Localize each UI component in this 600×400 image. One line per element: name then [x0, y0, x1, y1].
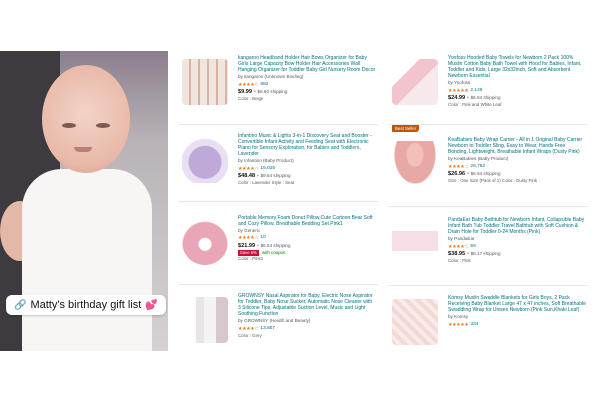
product-image[interactable] — [392, 141, 438, 187]
photo-mouth — [74, 147, 92, 152]
price-value: $26.96 — [448, 170, 466, 177]
divider — [178, 284, 378, 285]
product-grid: kangaroo Headband Holder Hair Bows Organ… — [178, 51, 600, 351]
product-title[interactable]: Komsy Muslin Swaddle Blankets for Girls … — [448, 295, 586, 313]
shipping-cost: + $9.17 shipping — [466, 250, 501, 256]
shipping-cost: + $6.60 shipping — [253, 88, 288, 94]
price-value: $9.99 — [238, 88, 252, 95]
product-title[interactable]: Infantino Music & Lights 3-in-1 Discover… — [238, 133, 376, 157]
product-brand: by Generic — [238, 228, 261, 234]
product-brand: by Infantino (Baby Product) — [238, 158, 294, 164]
product-price: $21.99 + $6.54 shipping — [238, 243, 376, 249]
product-brand: by PandaEar — [448, 236, 475, 242]
rating-count[interactable]: 2,146 — [470, 88, 482, 94]
rating-count[interactable]: 334 — [470, 322, 478, 328]
product-rating[interactable]: ★★★★☆ 13,857 — [238, 326, 376, 332]
product-image[interactable] — [182, 297, 228, 343]
product-image[interactable] — [392, 299, 438, 345]
product-image[interactable] — [182, 137, 228, 183]
divider — [178, 201, 378, 202]
product-image[interactable] — [182, 219, 228, 265]
product-rating[interactable]: ★★★★☆ 59 — [448, 244, 586, 250]
product-card[interactable]: GROWNSY Nasal Aspirator for Baby, Electr… — [178, 289, 378, 359]
rating-count[interactable]: 13,857 — [260, 326, 275, 332]
product-card[interactable]: Yoofoss Hooded Baby Towels for Newborn 2… — [388, 51, 588, 121]
rating-count[interactable]: 10 — [260, 235, 265, 241]
product-rating[interactable]: ★★★★☆ 26,762 — [448, 164, 586, 170]
product-options: Color : Pink and White Leaf — [448, 102, 502, 108]
photo-eye — [96, 123, 110, 128]
product-price: $26.96 + $6.94 shipping — [448, 171, 586, 177]
product-options: Color : Pink1 — [238, 256, 264, 262]
divider — [388, 206, 588, 207]
product-options: Color : Beige — [238, 96, 264, 102]
photo-baby-head — [42, 65, 130, 173]
product-card[interactable]: PandaEar Baby Bathtub for Newborn Infant… — [388, 213, 588, 283]
star-icons: ★★★★☆ — [238, 165, 259, 172]
caption-tag: 🔗 Matty's birthday gift list 💕 — [6, 295, 166, 315]
baby-photo: 🔗 Matty's birthday gift list 💕 — [0, 51, 168, 351]
product-options: Color : Grey — [238, 332, 262, 338]
star-icons: ★★★★★ — [448, 321, 469, 328]
product-rating[interactable]: ★★★★★ 334 — [448, 322, 586, 328]
product-title[interactable]: kangaroo Headband Holder Hair Bows Organ… — [238, 55, 376, 73]
shipping-cost: + $9.64 shipping — [256, 172, 291, 178]
heart-icon: 💕 — [145, 299, 158, 311]
shipping-cost: + $6.94 shipping — [466, 170, 501, 176]
product-rating[interactable]: ★★★★☆ 882 — [238, 82, 376, 88]
product-rating[interactable]: ★★★★★ 2,146 — [448, 88, 586, 94]
shipping-cost: + $6.94 shipping — [466, 94, 501, 100]
product-card[interactable]: Komsy Muslin Swaddle Blankets for Girls … — [388, 291, 588, 361]
product-brand: by Komsy — [448, 314, 469, 320]
product-image[interactable] — [392, 59, 438, 105]
product-rating[interactable]: ★★★★☆ 10 — [238, 235, 376, 241]
divider — [388, 285, 588, 286]
product-brand: by kangaroo (Unknown Binding) — [238, 74, 304, 80]
price-value: $38.95 — [448, 250, 466, 257]
product-card[interactable]: kangaroo Headband Holder Hair Bows Organ… — [178, 51, 378, 121]
product-brand: by Yoofoss — [448, 80, 471, 86]
star-icons: ★★★★☆ — [238, 325, 259, 332]
product-options: Size : One Size (Pack of 1) Color : Dust… — [448, 178, 538, 184]
link-icon: 🔗 — [14, 299, 27, 311]
caption-text: Matty's birthday gift list — [30, 299, 142, 311]
product-title[interactable]: Yoofoss Hooded Baby Towels for Newborn 2… — [448, 55, 586, 79]
star-icons: ★★★★☆ — [448, 243, 469, 250]
price-value: $21.99 — [238, 242, 256, 249]
product-title[interactable]: PandaEar Baby Bathtub for Newborn Infant… — [448, 217, 586, 235]
product-price: $9.99 + $6.60 shipping — [238, 89, 376, 95]
product-title[interactable]: GROWNSY Nasal Aspirator for Baby, Electr… — [238, 293, 376, 317]
photo-eye — [62, 123, 76, 128]
product-rating[interactable]: ★★★★☆ 15,025 — [238, 166, 376, 172]
star-icons: ★★★★☆ — [448, 163, 469, 170]
coupon-text[interactable]: with coupon — [262, 250, 285, 255]
rating-count[interactable]: 15,025 — [260, 166, 275, 172]
star-icons: ★★★★☆ — [238, 81, 259, 88]
rating-count[interactable]: 26,762 — [470, 164, 485, 170]
product-image[interactable] — [182, 59, 228, 105]
price-value: $48.48 — [238, 172, 256, 179]
photo-onesie — [22, 169, 152, 351]
rating-count[interactable]: 882 — [260, 82, 268, 88]
product-price: $38.95 + $9.17 shipping — [448, 251, 586, 257]
product-price: $48.48 + $9.64 shipping — [238, 173, 376, 179]
product-title[interactable]: KeaBabies Baby Wrap Carrier - All in 1 O… — [448, 137, 586, 155]
price-value: $24.99 — [448, 94, 466, 101]
product-image[interactable] — [392, 221, 438, 267]
product-price: $24.99 + $6.94 shipping — [448, 95, 586, 101]
rating-count[interactable]: 59 — [470, 244, 475, 250]
divider — [178, 124, 378, 125]
shipping-cost: + $6.54 shipping — [256, 242, 291, 248]
star-icons: ★★★★☆ — [238, 235, 259, 242]
product-title[interactable]: Portable Memory Foam Donut Pillow,Cute C… — [238, 215, 376, 227]
product-brand: by GROWNSY (Health and Beauty) — [238, 318, 311, 324]
product-card[interactable]: Infantino Music & Lights 3-in-1 Discover… — [178, 129, 378, 199]
star-icons: ★★★★★ — [448, 87, 469, 94]
best-seller-badge: Best Seller — [392, 125, 420, 132]
product-brand: by KeaBabies (Baby Product) — [448, 156, 509, 162]
product-options: Color : Lavender Style : Seat — [238, 180, 295, 186]
product-card[interactable]: Portable Memory Foam Donut Pillow,Cute C… — [178, 211, 378, 281]
product-card[interactable]: Best Seller KeaBabies Baby Wrap Carrier … — [388, 125, 588, 203]
product-options: Color : Pink — [448, 258, 471, 264]
